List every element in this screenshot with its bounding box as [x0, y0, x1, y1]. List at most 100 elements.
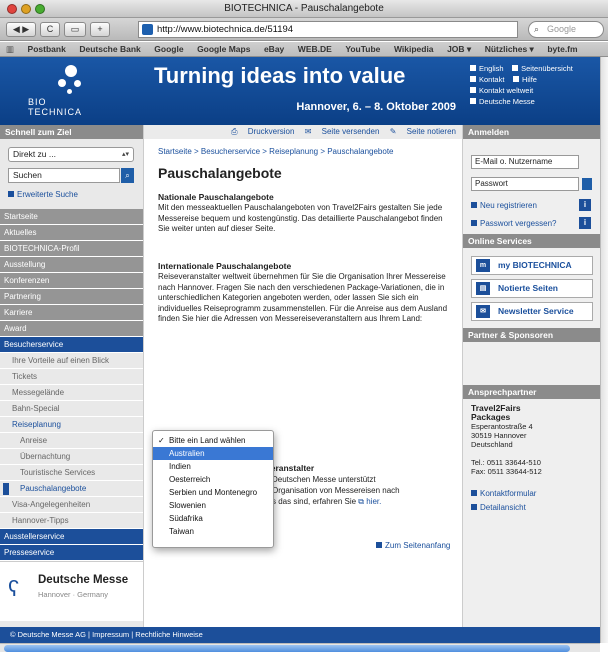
bookmark-item[interactable]: Google [154, 42, 183, 56]
site-footer[interactable]: © Deutsche Messe AG | Impressum | Rechtl… [0, 627, 600, 643]
country-option[interactable]: Südafrika [153, 512, 273, 525]
send-page-link[interactable]: ✉ Seite versenden [305, 127, 380, 136]
country-option[interactable]: Oesterreich [153, 473, 273, 486]
site-header: BIO TECHNICA Turning ideas into value Ha… [0, 57, 600, 125]
country-option[interactable]: Indien [153, 460, 273, 473]
nav-item[interactable]: Startseite [0, 209, 143, 225]
nav-item[interactable]: Reiseplanung [0, 417, 143, 433]
bookmark-item[interactable]: Wikipedia [394, 42, 434, 56]
header-link-sitemap[interactable]: Seitenübersicht [512, 63, 573, 74]
reload-icon: C [46, 24, 54, 34]
bookmark-item[interactable]: byte.fm [547, 42, 577, 56]
external-link-icon: ⧉ [358, 497, 364, 506]
bookmark-item[interactable]: eBay [264, 42, 284, 56]
country-option[interactable]: ✓ Bitte ein Land wählen [153, 434, 273, 447]
logo-mark-icon [56, 65, 86, 95]
extended-search-link[interactable]: Erweiterte Suche [8, 190, 78, 199]
country-option[interactable]: Taiwan [153, 525, 273, 538]
bookmark-item[interactable]: JOB ▾ [447, 42, 471, 56]
organizer-text-line2: Organisation von Messereisen nach [272, 486, 400, 495]
event-dates: Hannover, 6. – 8. Oktober 2009 [296, 101, 456, 113]
note-page-link[interactable]: ✎ Seite notieren [390, 127, 456, 136]
nav-item[interactable]: Konferenzen [0, 273, 143, 289]
nav-item[interactable]: Anreise [0, 433, 143, 449]
bookmark-item[interactable]: Google Maps [197, 42, 250, 56]
back-to-top-link[interactable]: Zum Seitenanfang [376, 541, 450, 550]
nav-item[interactable]: Besucherservice [0, 337, 143, 353]
bookmark-item[interactable]: WEB.DE [298, 42, 332, 56]
my-biotechnica-button[interactable]: m my BIOTECHNICA [471, 256, 593, 275]
snapback-button[interactable]: ▭ [64, 22, 86, 37]
country-select-menu[interactable]: ✓ Bitte ein Land wählen Australien Indien Oe… [152, 430, 274, 548]
contact-form-link[interactable]: Kontaktformular [471, 489, 536, 498]
nav-item[interactable]: Presseservice [0, 545, 143, 561]
horizontal-scrollbar[interactable] [0, 643, 600, 652]
breadcrumb[interactable]: Startseite > Besucherservice > Reiseplan… [158, 147, 393, 156]
email-input[interactable]: E-Mail o. Nutzername [471, 155, 579, 169]
vertical-scrollbar[interactable] [600, 57, 608, 643]
back-forward-button[interactable]: ◀ ▶ [6, 22, 36, 37]
header-link-english[interactable]: English [470, 63, 504, 74]
nav-item[interactable]: Ausstellung [0, 257, 143, 273]
header-link-help[interactable]: Hilfe [512, 74, 537, 85]
bookmark-item[interactable]: Postbank [28, 42, 66, 56]
deutsche-messe-name: Deutsche Messe [38, 574, 129, 586]
back-icon[interactable]: ◀ [13, 24, 20, 34]
site-search-button[interactable]: ⌕ [121, 168, 134, 183]
bookmark-item[interactable]: Deutsche Bank [79, 42, 140, 56]
country-option[interactable]: Slowenien [153, 499, 273, 512]
section-title-international: Internationale Pauschalangebote [158, 261, 292, 271]
header-link-deutsche-messe[interactable]: Deutsche Messe [470, 96, 535, 107]
noted-pages-button[interactable]: ▤ Notierte Seiten [471, 279, 593, 298]
country-option[interactable]: Australien [153, 447, 273, 460]
here-link[interactable]: ⧉ hier. [358, 497, 381, 506]
nav-item[interactable]: Touristische Services [0, 465, 143, 481]
address-bar[interactable]: http://www.biotechnica.de/51194 [138, 21, 518, 38]
biotechnica-logo[interactable]: BIO TECHNICA [0, 57, 144, 125]
window-titlebar: BIOTECHNICA - Pauschalangebote [0, 0, 608, 18]
nav-item[interactable]: Karriere [0, 305, 143, 321]
country-option[interactable]: Serbien und Montenegro [153, 486, 273, 499]
section-title-national: Nationale Pauschalangebote [158, 192, 274, 202]
nav-item[interactable]: Ausstellerservice [0, 529, 143, 545]
horizontal-scroll-thumb[interactable] [4, 645, 570, 652]
favicon-icon [142, 24, 153, 35]
info-icon[interactable]: i [579, 217, 591, 229]
add-bookmark-button[interactable]: + [90, 22, 110, 37]
nav-item[interactable]: Bahn-Special [0, 401, 143, 417]
password-input[interactable]: Passwort [471, 177, 579, 191]
forward-icon[interactable]: ▶ [22, 24, 29, 34]
nav-item[interactable]: Visa-Angelegenheiten [0, 497, 143, 513]
print-version-link[interactable]: ⎙ Druckversion [231, 127, 294, 136]
site-search-input[interactable]: Suchen [8, 168, 120, 183]
nav-item[interactable]: Ihre Vorteile auf einen Blick [0, 353, 143, 369]
detail-view-link[interactable]: Detailansicht [471, 503, 526, 512]
nav-item[interactable]: BIOTECHNICA-Profil [0, 241, 143, 257]
forgot-password-link[interactable]: Passwort vergessen? [471, 219, 556, 228]
direct-to-select[interactable]: Direkt zu ... ▴▾ [8, 147, 134, 162]
section-text-national: Mit den messeaktuellen Pauschalangeboten… [158, 203, 443, 233]
nav-item[interactable]: Partnering [0, 289, 143, 305]
newsletter-service-button[interactable]: ✉ Newsletter Service [471, 302, 593, 321]
nav-item[interactable]: Award [0, 321, 143, 337]
deutsche-messe-logo[interactable]: ʕ Deutsche Messe Hannover · Germany [0, 561, 143, 621]
header-link-contact-worldwide[interactable]: Kontakt weltweit [470, 85, 533, 96]
nav-item[interactable]: Übernachtung [0, 449, 143, 465]
bullet-icon [8, 191, 14, 197]
reload-button[interactable]: C [40, 22, 60, 37]
page-utilities: ⎙ Druckversion ✉ Seite versenden ✎ Seite… [144, 125, 462, 139]
login-submit-button[interactable] [582, 178, 592, 190]
nav-item[interactable]: Pauschalangebote [0, 481, 143, 497]
nav-item[interactable]: Hannover-Tipps [0, 513, 143, 529]
info-icon[interactable]: i [579, 199, 591, 211]
register-link[interactable]: Neu registrieren [471, 201, 537, 210]
bookmark-item[interactable]: Nützliches ▾ [485, 42, 534, 56]
browser-search-input[interactable]: ⌕ Google [528, 21, 604, 38]
bookmark-icon: ▤ [476, 282, 490, 295]
header-link-contact[interactable]: Kontakt [470, 74, 504, 85]
bookmark-item[interactable]: YouTube [345, 42, 380, 56]
nav-item[interactable]: Tickets [0, 369, 143, 385]
nav-item[interactable]: Aktuelles [0, 225, 143, 241]
bookmarks-book-icon[interactable]: ▥ [6, 42, 14, 56]
nav-item[interactable]: Messegelände [0, 385, 143, 401]
